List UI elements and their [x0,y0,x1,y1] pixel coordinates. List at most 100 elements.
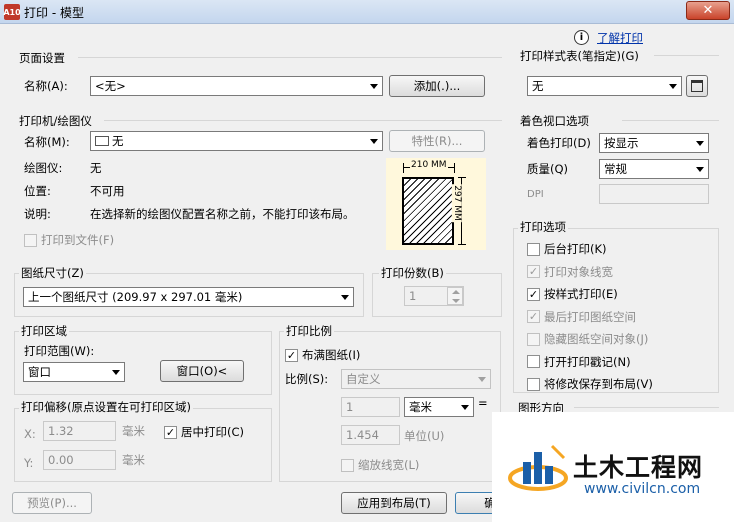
chevron-down-icon [478,377,486,382]
offset-y-unit: 毫米 [122,453,145,467]
scale-unit-select[interactable]: 毫米 [404,397,474,417]
plot-area-group-title: 打印区域 [19,323,69,339]
shaded-group-title: 着色视口选项 [520,114,589,128]
plot-option-checkbox[interactable]: 将修改保存到布局(V) [527,373,713,396]
scale-lineweights-checkbox[interactable]: 缩放线宽(L) [341,457,419,473]
plot-range-value: 窗口 [28,365,51,379]
printer-divider [104,120,502,121]
checkbox-box [527,377,540,391]
plot-option-checkbox[interactable]: 隐藏图纸空间对象(J) [527,328,713,351]
edit-style-table-button[interactable] [686,75,708,97]
paper-size-select[interactable]: 上一个图纸尺寸 (209.97 x 297.01 毫米) [23,287,354,307]
page-setup-name-label: 名称(A): [24,79,68,93]
plot-option-checkbox[interactable]: ✓ 按样式打印(E) [527,283,713,306]
plot-option-checkbox[interactable]: 后台打印(K) [527,238,713,261]
plot-range-label: 打印范围(W): [24,344,95,358]
checkbox-box: ✓ [527,265,540,279]
offset-x-unit: 毫米 [122,424,145,438]
title-bar [0,0,734,24]
info-icon: i [574,30,589,45]
window-title: 打印 - 模型 [24,6,84,20]
spin-down-icon [452,299,460,303]
chevron-down-icon [461,405,469,410]
window-pick-button[interactable]: 窗口(O)< [160,360,244,382]
chevron-down-icon [370,139,378,144]
checkbox-box: ✓ [527,310,540,324]
chevron-down-icon [341,295,349,300]
scale-unit-value: 毫米 [409,400,432,414]
plot-offset-group-title: 打印偏移(原点设置在可打印区域) [19,399,193,415]
watermark-url: www.civilcn.com [584,481,701,497]
quality-value: 常规 [604,162,627,176]
checkbox-box [527,355,540,369]
printer-group-title: 打印机/绘图仪 [19,114,92,128]
copies-group-title: 打印份数(B) [379,265,446,281]
fit-to-paper-checkbox[interactable]: ✓ 布满图纸(I) [285,347,360,363]
checkbox-box [24,233,37,247]
center-plot-checkbox[interactable]: ✓ 居中打印(C) [164,424,244,440]
style-table-select[interactable]: 无 [527,76,682,96]
offset-x-label: X: [24,427,36,441]
style-table-divider [654,55,719,56]
scale-lineweights-label: 缩放线宽(L) [358,458,420,472]
chevron-down-icon [370,84,378,89]
watermark-brand: 土木工程网 [573,453,704,482]
offset-x-input[interactable]: 1.32 [43,421,116,441]
location-value: 不可用 [90,184,125,198]
plot-offset-frame [14,408,272,482]
add-page-setup-button[interactable]: 添加(.)... [389,75,485,97]
paper-width-label: 210 MM [410,160,448,170]
shade-plot-select[interactable]: 按显示 [599,133,709,153]
spin-up-icon [452,290,460,294]
printer-name-select[interactable]: 无 [90,131,383,151]
scale-equals: = [478,396,488,410]
description-value: 在选择新的绘图仪配置名称之前，不能打印该布局。 [90,207,355,221]
plot-options-list: 后台打印(K) ✓ 打印对象线宽 ✓ 按样式打印(E) ✓ 最后打印图纸空间 隐藏图纸空间对象… [527,238,713,396]
printer-properties-button[interactable]: 特性(R)... [389,130,485,152]
quality-select[interactable]: 常规 [599,159,709,179]
learn-printing-link[interactable]: 了解打印 [597,30,643,46]
print-to-file-label: 打印到文件(F) [41,233,115,247]
print-to-file-checkbox[interactable]: 打印到文件(F) [24,232,114,248]
plot-option-label: 按样式打印(E) [544,287,618,302]
page-setup-name-select[interactable]: <无> [90,76,383,96]
shade-plot-label: 着色打印(D) [527,136,591,150]
edit-icon [691,80,703,92]
preview-button[interactable]: 预览(P)... [12,492,92,514]
page-setup-divider [78,57,502,58]
checkbox-box [527,242,540,256]
close-button[interactable]: ✕ [686,1,730,20]
quality-label: 质量(Q) [527,162,569,176]
plot-option-label: 将修改保存到布局(V) [544,377,653,392]
printer-name-label: 名称(M): [24,135,70,149]
plotter-value: 无 [90,161,102,175]
checkbox-box: ✓ [285,348,298,362]
watermark-logo [508,440,568,492]
plot-option-checkbox[interactable]: 打开打印戳记(N) [527,351,713,374]
scale-value2-input[interactable]: 1.454 [341,425,400,445]
scale-value1-input[interactable]: 1 [341,397,400,417]
fit-to-paper-label: 布满图纸(I) [302,348,361,362]
apply-to-layout-button[interactable]: 应用到布局(T) [341,492,447,514]
dpi-input[interactable] [599,184,709,204]
printer-name-value: 无 [112,134,124,148]
plot-option-checkbox[interactable]: ✓ 打印对象线宽 [527,261,713,284]
center-plot-label: 居中打印(C) [181,425,245,439]
plot-range-select[interactable]: 窗口 [23,362,125,382]
scale-label: 比例(S): [285,372,329,386]
offset-y-input[interactable]: 0.00 [43,450,116,470]
checkbox-box: ✓ [164,425,177,439]
plot-option-checkbox[interactable]: ✓ 最后打印图纸空间 [527,306,713,329]
location-label: 位置: [24,184,51,198]
dpi-label: DPI [527,189,544,200]
checkbox-box [341,458,354,472]
scale-unit2-label: 单位(U) [404,429,445,443]
orientation-divider [574,407,719,408]
app-icon: A10 [3,4,21,20]
style-table-value: 无 [532,79,544,93]
checkbox-box [527,332,540,346]
plot-options-group-title: 打印选项 [518,219,568,235]
copies-spinner[interactable] [447,287,463,305]
scale-select[interactable]: 自定义 [341,369,491,389]
paper-size-group-title: 图纸尺寸(Z) [19,265,86,281]
